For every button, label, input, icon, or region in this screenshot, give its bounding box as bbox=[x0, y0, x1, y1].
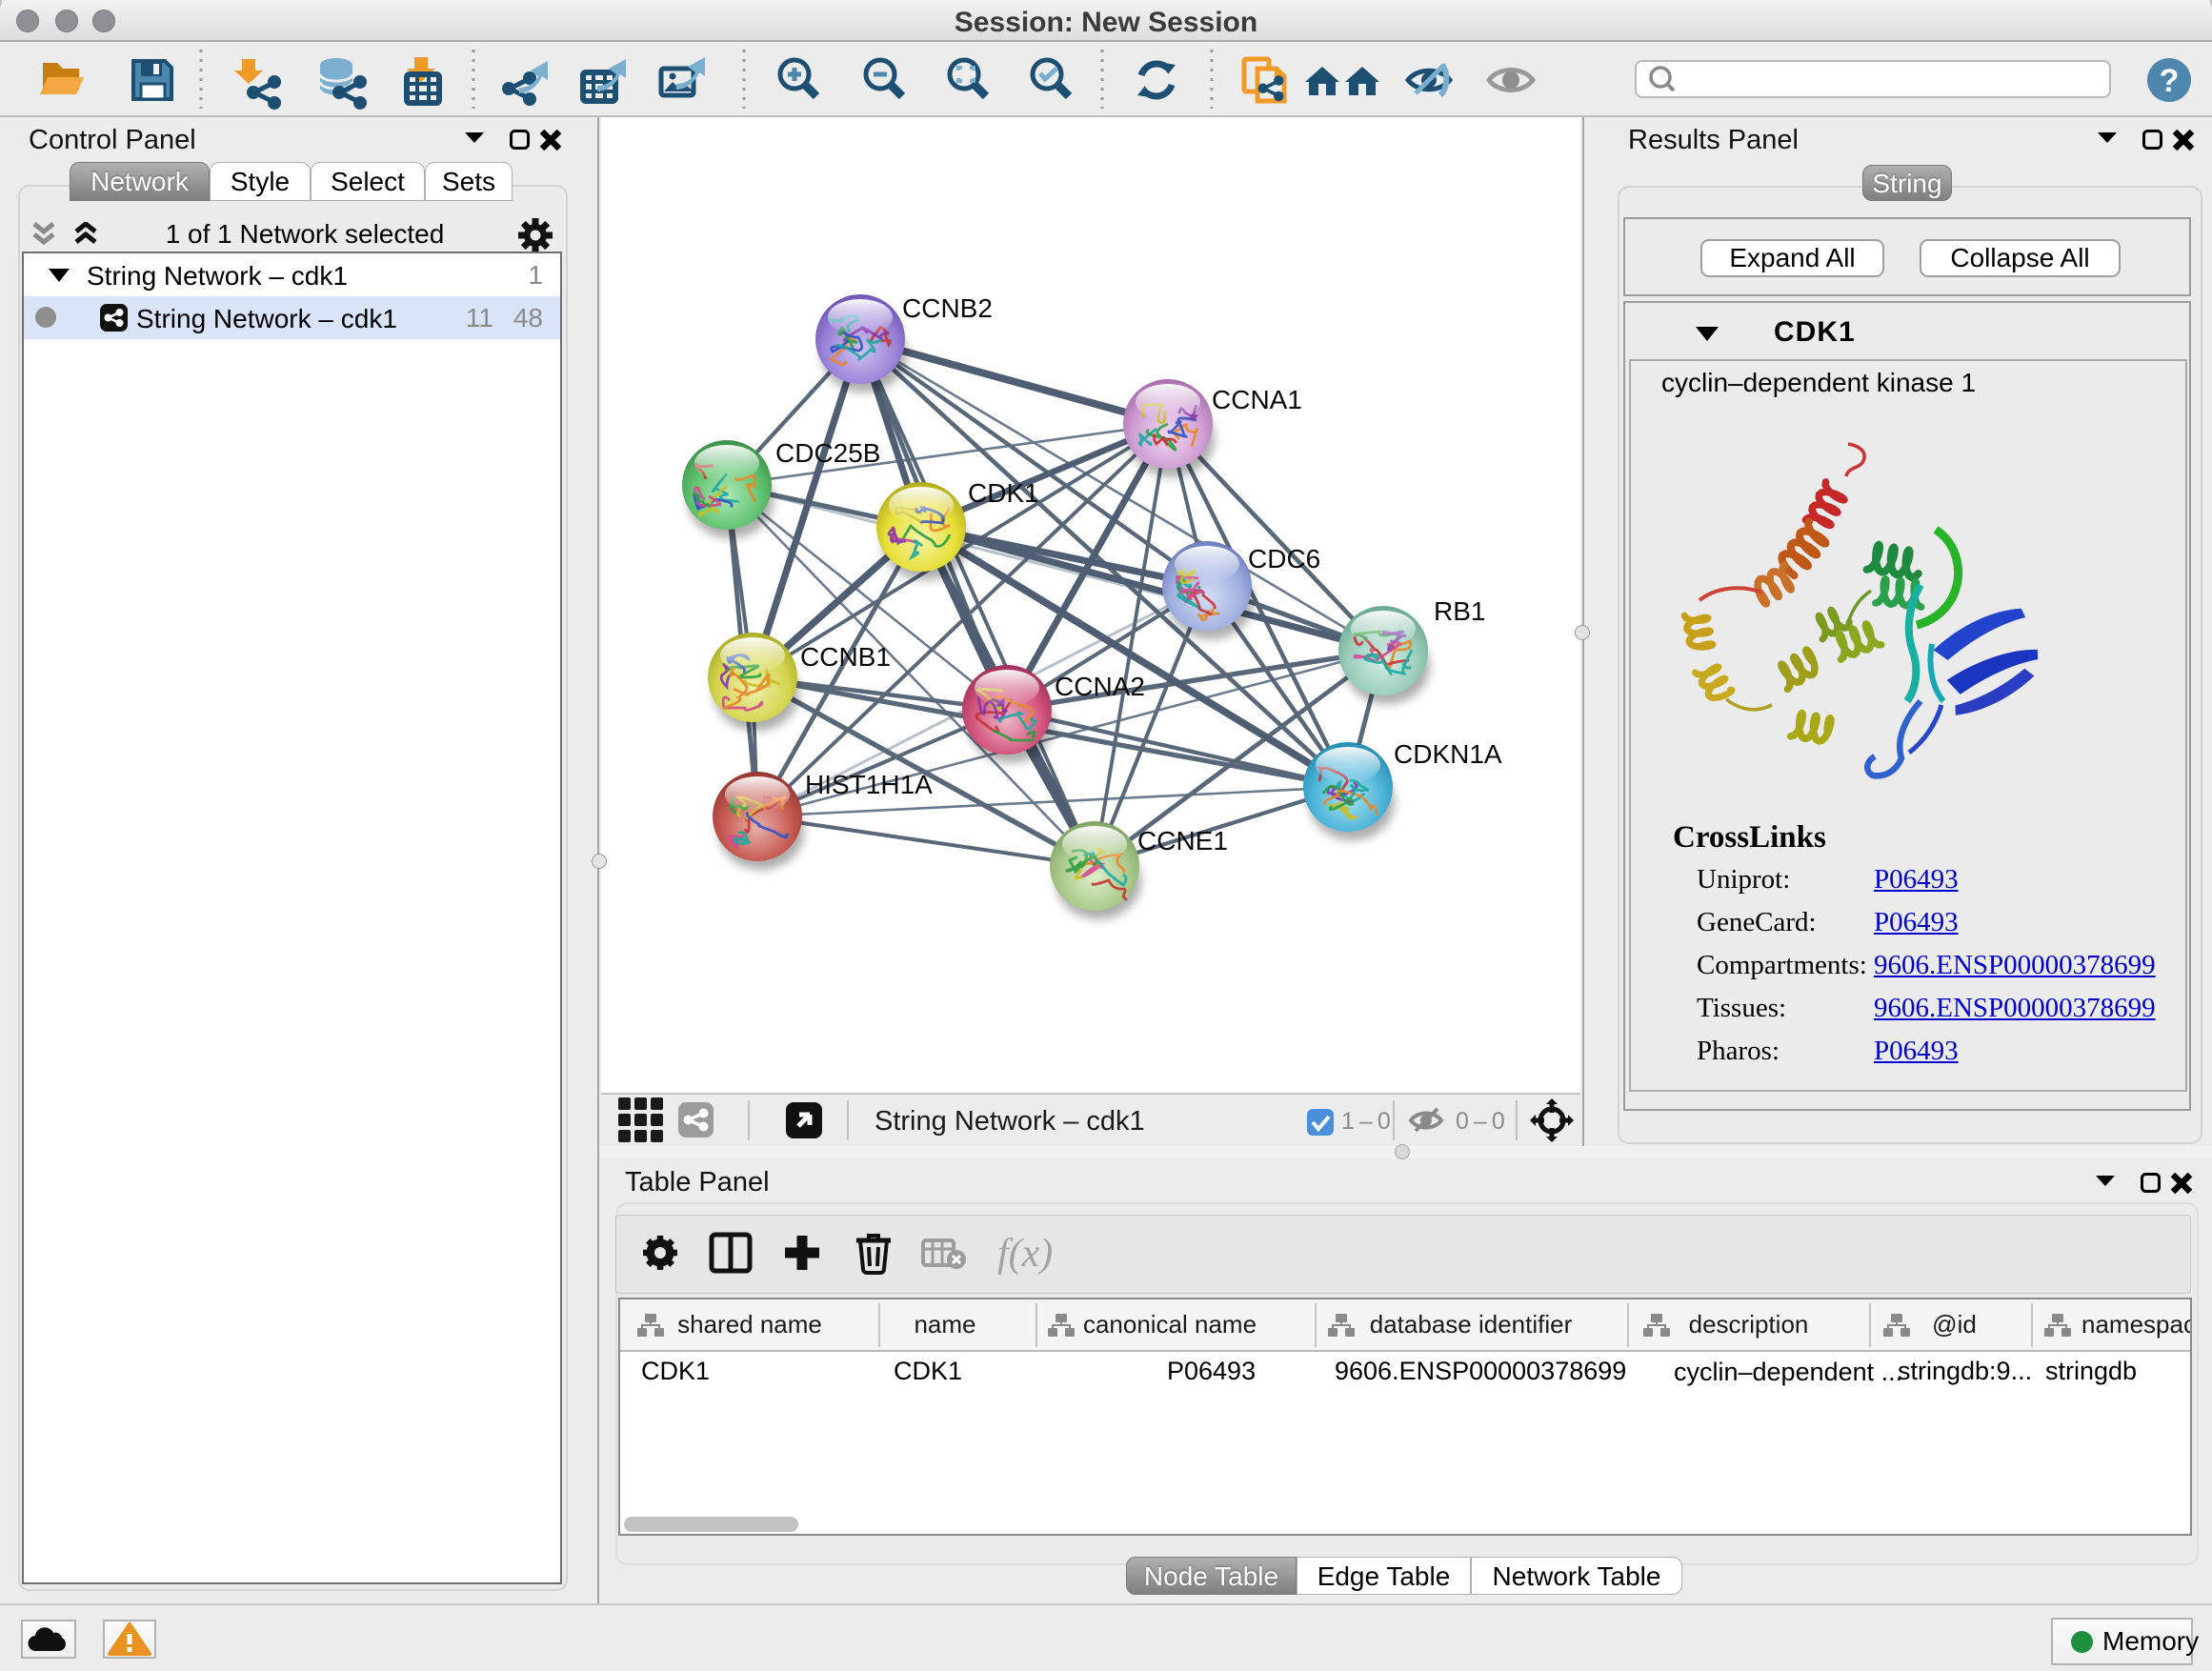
svg-text:RB1: RB1 bbox=[1434, 596, 1485, 626]
svg-text:HIST1H1A: HIST1H1A bbox=[805, 770, 933, 799]
svg-text:f(x): f(x) bbox=[997, 1232, 1053, 1276]
svg-text:?: ? bbox=[2160, 63, 2180, 99]
svg-text:CDKN1A: CDKN1A bbox=[1394, 739, 1502, 769]
svg-text:0 – 0: 0 – 0 bbox=[1456, 1108, 1505, 1135]
svg-text:String Network – cdk1: String Network – cdk1 bbox=[875, 1106, 1145, 1137]
svg-text:CCNA1: CCNA1 bbox=[1212, 385, 1302, 414]
svg-text:CDC6: CDC6 bbox=[1248, 544, 1320, 574]
svg-text:1 – 0: 1 – 0 bbox=[1341, 1108, 1391, 1135]
svg-text:CDC25B: CDC25B bbox=[775, 438, 880, 468]
svg-text:CCNE1: CCNE1 bbox=[1137, 826, 1228, 856]
svg-text:CCNA2: CCNA2 bbox=[1055, 672, 1145, 701]
svg-text:CCNB2: CCNB2 bbox=[902, 293, 993, 323]
svg-text:CDK1: CDK1 bbox=[968, 478, 1039, 508]
svg-text:CCNB1: CCNB1 bbox=[800, 642, 891, 672]
